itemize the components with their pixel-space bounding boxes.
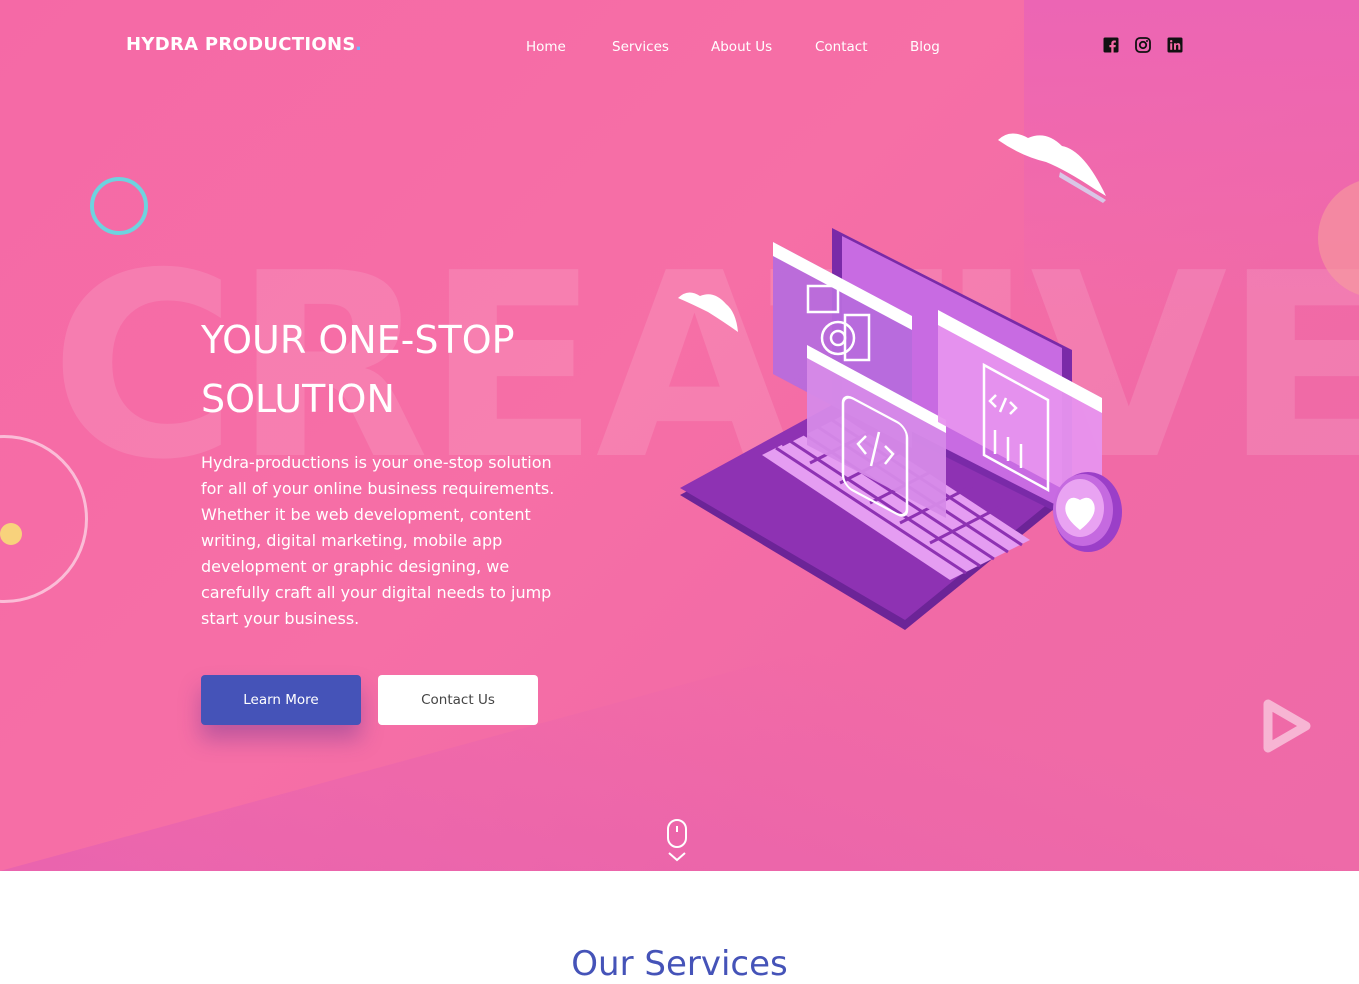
- hero-section: CREATIVE HYDRA PRODUCTIONS . Home Servic…: [0, 0, 1359, 871]
- linkedin-icon[interactable]: [1167, 37, 1183, 53]
- brand-logo[interactable]: HYDRA PRODUCTIONS: [126, 34, 356, 55]
- learn-more-button[interactable]: Learn More: [201, 675, 361, 725]
- nav-about-us[interactable]: About Us: [711, 39, 772, 55]
- cloud-icon: [998, 133, 1106, 203]
- hero-description: Hydra-productions is your one-stop solut…: [201, 453, 555, 628]
- decor-dot-yellow: [0, 523, 22, 545]
- brand-dot: .: [355, 34, 362, 55]
- nav-services[interactable]: Services: [612, 39, 669, 55]
- services-heading: Our Services: [571, 944, 788, 984]
- nav-contact[interactable]: Contact: [815, 39, 868, 55]
- scroll-down-icon[interactable]: [664, 818, 690, 864]
- laptop-illustration: [678, 133, 1122, 630]
- nav-home[interactable]: Home: [526, 39, 566, 55]
- decor-ring-cyan: [90, 177, 148, 235]
- play-icon[interactable]: [1260, 698, 1314, 754]
- contact-us-button[interactable]: Contact Us: [378, 675, 538, 725]
- cloud-icon: [678, 292, 738, 332]
- facebook-icon[interactable]: [1103, 37, 1119, 53]
- hero-headline-line2: SOLUTION: [201, 377, 395, 421]
- nav-blog[interactable]: Blog: [910, 39, 940, 55]
- hero-headline-line1: YOUR ONE-STOP: [201, 318, 515, 362]
- instagram-icon[interactable]: [1135, 37, 1151, 53]
- hero-headline: YOUR ONE-STOP SOLUTION: [201, 311, 621, 429]
